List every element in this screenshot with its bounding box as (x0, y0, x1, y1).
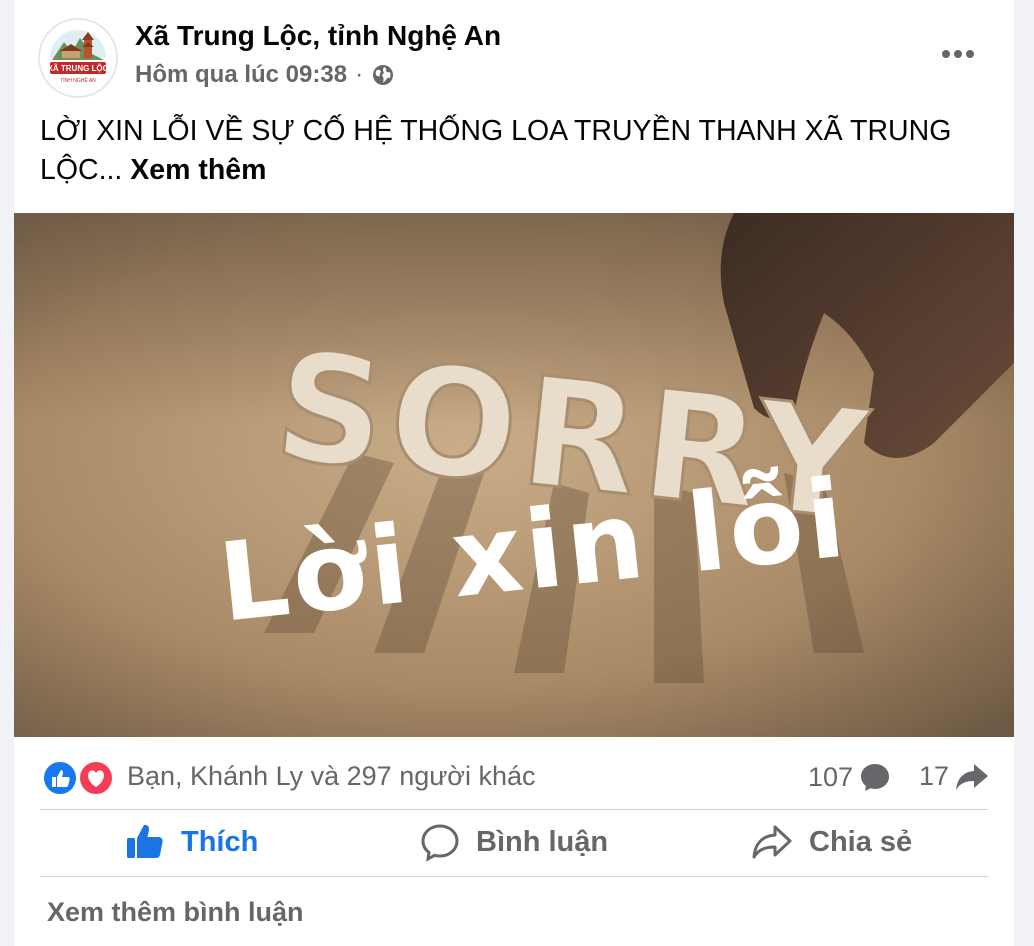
reaction-icons[interactable] (41, 759, 121, 797)
view-more-comments-link[interactable]: Xem thêm bình luận (47, 897, 304, 928)
comments-count-value: 107 (808, 761, 854, 792)
post-timestamp[interactable]: Hôm qua lúc 09:38 (135, 61, 347, 89)
more-options-icon (942, 50, 974, 58)
share-label: Chia sẻ (809, 825, 913, 858)
thumbs-up-icon (127, 824, 163, 858)
comment-bubble-icon (861, 764, 890, 791)
share-icon (752, 825, 792, 859)
comment-label: Bình luận (476, 825, 609, 858)
shares-count[interactable]: 17 (919, 761, 989, 792)
stats-divider (40, 809, 988, 810)
reaction-stats: Bạn, Khánh Ly và 297 người khác 107 17 (14, 745, 1014, 809)
avatar-text-line2: TỈNH NGHỆ AN (60, 76, 96, 84)
reactions-summary[interactable]: Bạn, Khánh Ly và 297 người khác (127, 761, 536, 792)
share-arrow-icon (956, 763, 989, 790)
meta-separator: · (355, 61, 364, 88)
love-reaction-icon (78, 760, 114, 796)
comment-icon (421, 824, 459, 862)
post-meta: Hôm qua lúc 09:38 · (135, 61, 395, 89)
like-label: Thích (181, 825, 259, 858)
post-image[interactable]: SORRY Lời xin lỗi (14, 213, 1014, 737)
page-name[interactable]: Xã Trung Lộc, tỉnh Nghệ An (135, 20, 501, 52)
actions-divider (40, 876, 988, 877)
more-options-button[interactable] (936, 38, 980, 70)
see-more-link[interactable]: Xem thêm (130, 154, 266, 186)
post-text: LỜI XIN LỖI VỀ SỰ CỐ HỆ THỐNG LOA TRUYỀN… (40, 112, 990, 190)
globe-icon[interactable] (371, 63, 395, 87)
shares-count-value: 17 (919, 761, 950, 791)
post-actions: Thích Bình luận Chia sẻ (14, 811, 1014, 873)
comment-button[interactable]: Bình luận (420, 811, 608, 873)
comments-count[interactable]: 107 (808, 761, 891, 793)
avatar-text-line1: XÃ TRUNG LỘC (48, 64, 109, 73)
share-button[interactable]: Chia sẻ (751, 811, 912, 873)
post-card: XÃ TRUNG LỘC TỈNH NGHỆ AN Xã Trung Lộc, … (14, 0, 1014, 946)
like-reaction-icon (42, 760, 78, 796)
like-button[interactable]: Thích (125, 811, 258, 873)
page-avatar[interactable]: XÃ TRUNG LỘC TỈNH NGHỆ AN (38, 18, 118, 98)
